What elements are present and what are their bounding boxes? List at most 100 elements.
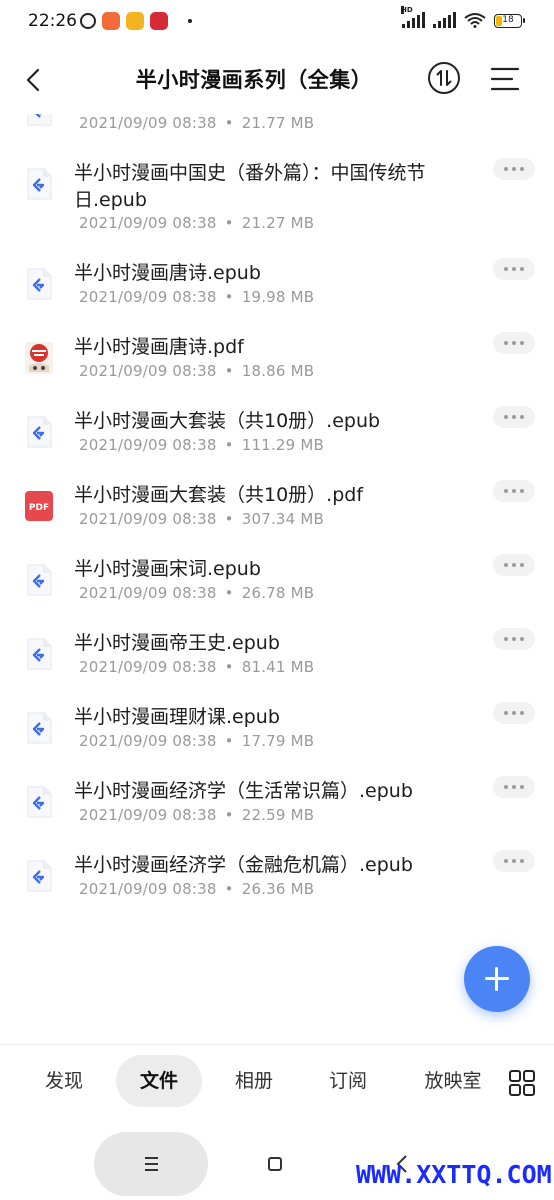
- epub-file-icon: [27, 564, 52, 596]
- more-options-button[interactable]: [493, 702, 535, 724]
- menu-lines-icon: [145, 1157, 158, 1171]
- file-name: 半小时漫画宋词.epub: [74, 558, 261, 580]
- meta-separator: •: [224, 732, 234, 750]
- file-row[interactable]: 半小时漫画帝王史.epub 2021/09/09 08:38 • 81.41 MB: [0, 624, 554, 698]
- tab-subscribe[interactable]: 订阅: [312, 1055, 384, 1107]
- epub-file-icon: [27, 638, 52, 670]
- file-meta: 2021/09/09 08:38 • 21.27 MB: [79, 214, 314, 232]
- file-size: 111.29 MB: [241, 436, 325, 454]
- more-options-button[interactable]: [493, 628, 535, 650]
- file-name: 半小时漫画唐诗.epub: [74, 262, 261, 284]
- file-date: 2021/09/09 08:38: [79, 114, 217, 132]
- file-meta: 2021/09/09 08:38 • 81.41 MB: [79, 658, 314, 676]
- epub-file-icon: [27, 860, 52, 892]
- file-size: 21.77 MB: [241, 114, 315, 132]
- file-name: 半小时漫画经济学（金融危机篇）.epub: [74, 854, 413, 876]
- epub-file-icon: [27, 786, 52, 818]
- svg-text:PDF: PDF: [29, 503, 49, 513]
- watermark: WWW.XXTTQ.COM: [356, 1160, 552, 1189]
- file-date: 2021/09/09 08:38: [79, 806, 217, 824]
- epub-file-icon: [27, 416, 52, 448]
- add-button[interactable]: [464, 946, 530, 1012]
- file-name: 半小时漫画经济学（生活常识篇）.epub: [74, 780, 413, 802]
- tab-discover[interactable]: 发现: [28, 1055, 100, 1107]
- book-cover-thumbnail: [25, 342, 53, 374]
- file-size: 81.41 MB: [241, 658, 315, 676]
- tab-screening-room[interactable]: 放映室: [410, 1055, 496, 1107]
- file-date: 2021/09/09 08:38: [79, 880, 217, 898]
- file-size: 26.78 MB: [241, 584, 315, 602]
- file-size: 18.86 MB: [241, 362, 315, 380]
- wifi-icon: [464, 13, 486, 28]
- home-button[interactable]: [268, 1157, 282, 1171]
- meta-separator: •: [224, 288, 234, 306]
- file-name: 半小时漫画中国史（番外篇）：中国传统节日.epub: [74, 162, 426, 211]
- meta-separator: •: [224, 806, 234, 824]
- meta-separator: •: [224, 584, 234, 602]
- file-date: 2021/09/09 08:38: [79, 510, 217, 528]
- file-size: 17.79 MB: [241, 732, 315, 750]
- sort-button[interactable]: [426, 60, 462, 96]
- meta-separator: •: [224, 510, 234, 528]
- tab-files[interactable]: 文件: [116, 1055, 202, 1107]
- file-name: 半小时漫画大套装（共10册）.pdf: [74, 484, 364, 506]
- file-row[interactable]: 半小时漫画经济学（生活常识篇）.epub 2021/09/09 08:38 • 22.…: [0, 772, 554, 846]
- app-header: 半小时漫画系列（全集）: [0, 44, 554, 114]
- file-size: 22.59 MB: [241, 806, 315, 824]
- file-date: 2021/09/09 08:38: [79, 214, 217, 232]
- bottom-tab-bar: 发现 文件 相册 订阅 放映室: [0, 1044, 554, 1121]
- file-meta: 2021/09/09 08:38 • 18.86 MB: [79, 362, 314, 380]
- file-row[interactable]: 半小时漫画中国史（修订版）.epub2021/09/09 08:38•21.77…: [0, 114, 554, 154]
- more-options-button[interactable]: [493, 776, 535, 798]
- page-title: 半小时漫画系列（全集）: [135, 68, 373, 92]
- file-row[interactable]: 半小时漫画中国史（番外篇）：中国传统节日.epub 2021/09/09 08:3…: [0, 154, 554, 254]
- epub-file-icon: [27, 168, 52, 200]
- file-meta: 2021/09/09 08:38 • 111.29 MB: [79, 436, 324, 454]
- file-name: 半小时漫画唐诗.pdf: [74, 336, 244, 358]
- more-options-button[interactable]: [493, 850, 535, 872]
- status-time: 22:26: [28, 11, 77, 31]
- more-options-button[interactable]: [493, 258, 535, 280]
- epub-file-icon: [27, 114, 52, 126]
- menu-icon[interactable]: [488, 64, 522, 94]
- file-size: 26.36 MB: [241, 880, 315, 898]
- file-name: 半小时漫画大套装（共10册）.epub: [74, 410, 381, 432]
- more-options-button[interactable]: [493, 332, 535, 354]
- file-row[interactable]: 半小时漫画经济学（金融危机篇）.epub 2021/09/09 08:38 • 26.…: [0, 846, 554, 920]
- epub-file-icon: [27, 712, 52, 744]
- app-notification-icon: [126, 12, 144, 30]
- meta-separator: •: [224, 114, 234, 132]
- more-options-button[interactable]: [493, 158, 535, 180]
- more-notifications-icon: [188, 19, 192, 23]
- file-row[interactable]: PDF 半小时漫画大套装（共10册）.pdf 2021/09/09 08:38 • 30…: [0, 476, 554, 550]
- file-date: 2021/09/09 08:38: [79, 732, 217, 750]
- grid-icon[interactable]: [508, 1069, 536, 1097]
- file-date: 2021/09/09 08:38: [79, 288, 217, 306]
- file-row[interactable]: 半小时漫画唐诗.epub 2021/09/09 08:38 • 19.98 MB: [0, 254, 554, 328]
- file-date: 2021/09/09 08:38: [79, 584, 217, 602]
- tab-album[interactable]: 相册: [218, 1055, 290, 1107]
- status-right-icons: HD 18: [401, 6, 525, 28]
- file-row[interactable]: 半小时漫画宋词.epub 2021/09/09 08:38 • 26.78 MB: [0, 550, 554, 624]
- file-date: 2021/09/09 08:38: [79, 436, 217, 454]
- battery-level: 18: [502, 15, 514, 25]
- alarm-icon: [80, 13, 96, 29]
- file-name: 半小时漫画理财课.epub: [74, 706, 280, 728]
- signal-icon: [433, 12, 456, 28]
- meta-separator: •: [224, 658, 234, 676]
- meta-separator: •: [224, 880, 234, 898]
- hd-label: HD: [401, 6, 413, 14]
- battery-icon: 18: [494, 14, 525, 28]
- file-name: 半小时漫画帝王史.epub: [74, 632, 280, 654]
- file-row[interactable]: 半小时漫画理财课.epub 2021/09/09 08:38 • 17.79 MB: [0, 698, 554, 772]
- meta-separator: •: [224, 214, 234, 232]
- file-row[interactable]: 半小时漫画大套装（共10册）.epub 2021/09/09 08:38 • 111.…: [0, 402, 554, 476]
- file-list[interactable]: 半小时漫画中国史（修订版）.epub2021/09/09 08:38•21.77…: [0, 114, 554, 1044]
- file-size: 307.34 MB: [241, 510, 325, 528]
- signal-icon: HD: [401, 6, 425, 28]
- more-options-button[interactable]: [493, 406, 535, 428]
- more-options-button[interactable]: [493, 480, 535, 502]
- recent-apps-button[interactable]: [94, 1132, 208, 1196]
- file-row[interactable]: 半小时漫画唐诗.pdf 2021/09/09 08:38 • 18.86 MB: [0, 328, 554, 402]
- more-options-button[interactable]: [493, 554, 535, 576]
